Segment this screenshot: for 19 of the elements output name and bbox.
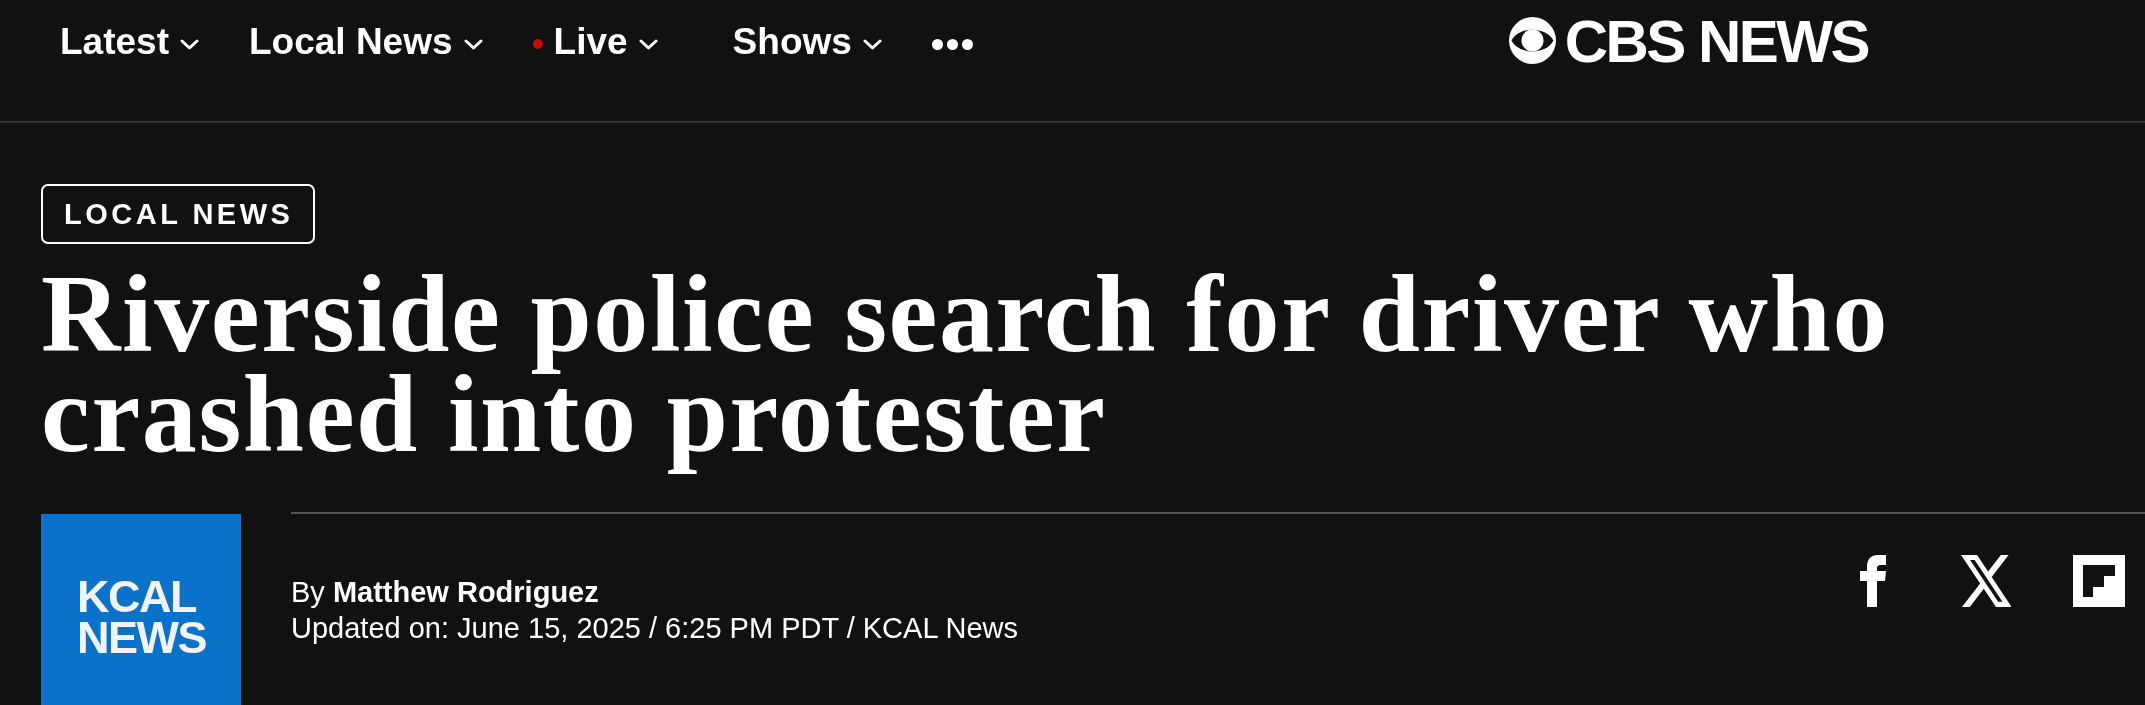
chevron-down-icon [463, 38, 483, 50]
chevron-down-icon [180, 38, 199, 50]
author-byline: By Matthew Rodriguez [291, 575, 600, 610]
nav-menu-item[interactable]: Latest [60, 20, 199, 64]
flipboard-icon[interactable] [2073, 555, 2125, 607]
x-logo-icon[interactable] [1961, 555, 2011, 607]
more-icon[interactable] [931, 38, 973, 50]
nav-menu-item[interactable]: Shows [732, 20, 882, 64]
facebook-icon[interactable] [1860, 555, 1886, 607]
category-tag[interactable]: LOCAL NEWS [41, 184, 316, 244]
nav-menu-item[interactable]: Live [532, 20, 658, 64]
logo-wordmark[interactable]: CBS NEWS [1564, 18, 1868, 66]
article-headline: Riverside police search for driver who crashed into protester [41, 264, 1891, 477]
updated-timestamp: Updated on: June 15, 2025 / 6:25 PM PDT / KCAL News [291, 611, 1019, 646]
chevron-down-icon [862, 38, 882, 50]
chevron-down-icon [638, 38, 658, 50]
eye-logo-icon[interactable] [1508, 17, 1556, 64]
nav-menu-item[interactable]: Local News [249, 20, 483, 64]
source-logo: KCAL NEWS [41, 514, 241, 705]
